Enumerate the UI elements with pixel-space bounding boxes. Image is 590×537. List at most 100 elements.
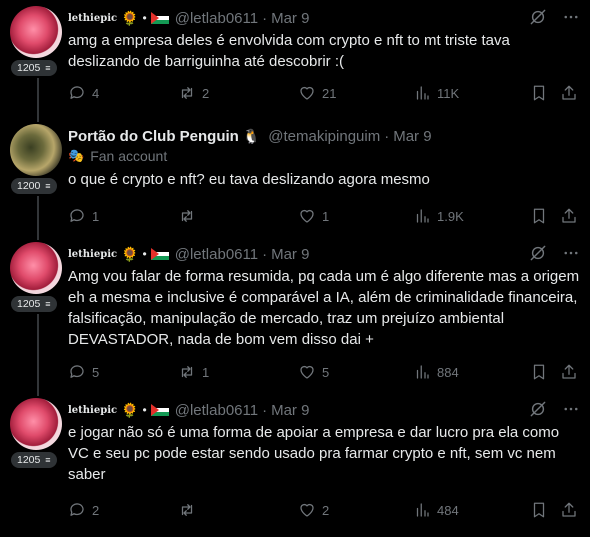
repost-icon	[181, 210, 193, 222]
grok-icon[interactable]	[528, 243, 548, 263]
more-icon[interactable]	[562, 244, 580, 262]
display-name[interactable]: lethiepic	[68, 249, 117, 260]
timestamp[interactable]: Mar 9	[271, 246, 309, 263]
like-icon	[300, 503, 314, 517]
tweet[interactable]: 1205 ≡ lethiepic 🌻 • @letlab0611 · Mar 9…	[0, 0, 590, 118]
reply-count: 5	[92, 364, 100, 380]
bookmark-button[interactable]	[530, 84, 548, 102]
reply-button[interactable]: 5	[68, 363, 99, 381]
grok-icon[interactable]	[528, 7, 548, 27]
repost-icon	[181, 366, 193, 378]
views-button[interactable]: 484	[413, 501, 459, 519]
like-button[interactable]: 1	[298, 207, 329, 225]
avatar[interactable]	[10, 124, 62, 176]
avatar[interactable]	[10, 242, 62, 294]
share-button[interactable]	[560, 501, 578, 519]
reply-icon	[70, 209, 84, 222]
more-icon[interactable]	[562, 400, 580, 418]
reply-button[interactable]: 2	[68, 501, 99, 519]
repost-button[interactable]: 2	[178, 84, 209, 102]
timestamp[interactable]: Mar 9	[393, 128, 431, 145]
avatar[interactable]	[10, 398, 62, 450]
bookmark-icon	[533, 208, 545, 224]
handle[interactable]: @letlab0611	[175, 246, 258, 263]
like-button[interactable]: 21	[298, 84, 336, 102]
bookmark-button[interactable]	[530, 501, 548, 519]
tweet[interactable]: 1200 ≡ Portão do Club Penguin 🐧 @temakip…	[0, 118, 590, 236]
handle[interactable]: @letlab0611	[175, 402, 258, 419]
timestamp[interactable]: Mar 9	[271, 10, 309, 27]
tweet-text: Amg vou falar de forma resumida, pq cada…	[68, 268, 584, 348]
views-button[interactable]: 884	[413, 363, 459, 381]
fan-account-label: 🎭 Fan account	[68, 148, 580, 164]
thread-line	[37, 236, 39, 240]
fan-mask-icon: 🎭	[68, 148, 85, 163]
avatar[interactable]	[10, 6, 62, 58]
views-icon	[416, 503, 429, 517]
separator: ·	[262, 245, 268, 263]
action-bar: 5 1 5 884	[68, 362, 580, 382]
grok-icon[interactable]	[528, 399, 548, 419]
tweet[interactable]: 1205 ≡ lethiepic 🌻 • @letlab0611 · Mar 9…	[0, 236, 590, 392]
views-button[interactable]: 11K	[413, 84, 459, 102]
share-icon	[562, 85, 576, 100]
bookmark-button[interactable]	[530, 207, 548, 225]
repost-button[interactable]	[178, 207, 202, 225]
reply-icon	[70, 503, 84, 516]
separator: ·	[262, 401, 268, 419]
views-icon	[416, 86, 429, 100]
share-icon	[562, 502, 576, 517]
like-count: 21	[322, 85, 337, 101]
name-dot: •	[142, 11, 147, 25]
reply-count: 2	[92, 502, 100, 518]
handle[interactable]: @temakipinguim	[268, 128, 380, 145]
level-badge: 1205 ≡	[11, 452, 57, 468]
share-icon	[562, 208, 576, 223]
tweet-header: lethiepic 🌻 • @letlab0611 · Mar 9	[68, 8, 580, 28]
name-emoji: 🌻	[121, 401, 139, 418]
level-icon: ≡	[45, 455, 51, 465]
bookmark-button[interactable]	[530, 363, 548, 381]
separator: ·	[262, 9, 268, 27]
views-count: 11K	[437, 85, 460, 101]
display-name[interactable]: lethiepic	[68, 13, 117, 24]
like-count: 5	[322, 364, 330, 380]
thread-line	[37, 78, 39, 118]
name-emoji: 🌻	[121, 9, 139, 26]
repost-button[interactable]	[178, 501, 202, 519]
like-button[interactable]: 5	[298, 363, 329, 381]
reply-icon	[70, 86, 84, 99]
share-button[interactable]	[560, 363, 578, 381]
reply-button[interactable]: 1	[68, 207, 99, 225]
share-button[interactable]	[560, 84, 578, 102]
level-value: 1205	[17, 298, 41, 310]
display-name[interactable]: lethiepic	[68, 405, 117, 416]
level-icon: ≡	[45, 299, 51, 309]
views-icon	[416, 209, 429, 223]
action-bar: 1 1 1.9K	[68, 206, 580, 226]
views-button[interactable]: 1.9K	[413, 207, 464, 225]
more-icon[interactable]	[562, 8, 580, 26]
like-button[interactable]: 2	[298, 501, 329, 519]
name-dot: •	[142, 247, 147, 261]
thread-line	[37, 118, 39, 122]
reply-button[interactable]: 4	[68, 84, 99, 102]
fan-account-text: Fan account	[90, 148, 168, 164]
tweet-text: e jogar não só é uma forma de apoiar a e…	[68, 424, 564, 483]
timestamp[interactable]: Mar 9	[271, 402, 309, 419]
tweet[interactable]: 1205 ≡ lethiepic 🌻 • @letlab0611 · Mar 9…	[0, 392, 590, 537]
thread-line	[37, 196, 39, 236]
level-badge: 1205 ≡	[11, 60, 57, 76]
reply-icon	[70, 365, 84, 378]
like-icon	[300, 86, 314, 100]
display-name[interactable]: Portão do Club Penguin	[68, 128, 239, 145]
views-count: 484	[437, 502, 459, 518]
level-badge: 1200 ≡	[11, 178, 57, 194]
handle[interactable]: @letlab0611	[175, 10, 258, 27]
bookmark-icon	[533, 364, 545, 380]
repost-count: 1	[202, 364, 210, 380]
level-badge: 1205 ≡	[11, 296, 57, 312]
repost-button[interactable]: 1	[178, 363, 209, 381]
separator: ·	[384, 127, 390, 145]
share-button[interactable]	[560, 207, 578, 225]
